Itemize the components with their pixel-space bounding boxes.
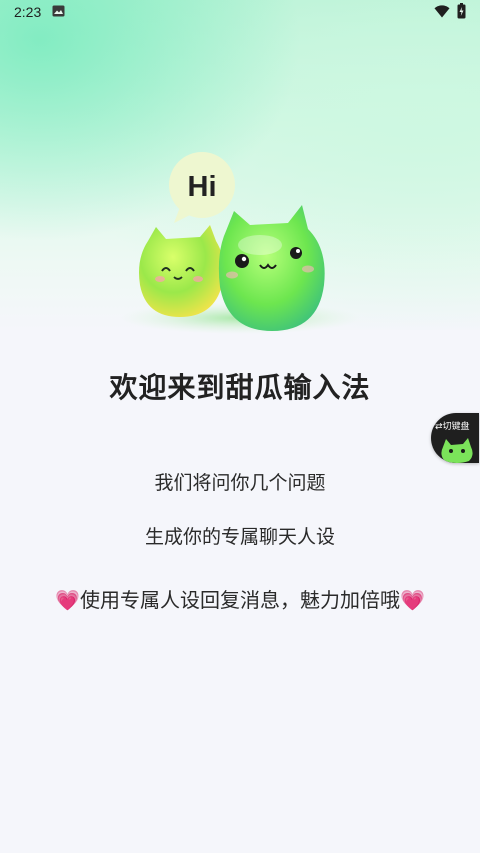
- mascot-illustration: Hi: [120, 152, 360, 334]
- intro-line-benefit-text: 使用专属人设回复消息，魅力加倍哦: [80, 588, 400, 612]
- status-time: 2:23: [14, 4, 42, 20]
- small-creature: [139, 225, 224, 317]
- welcome-title: 欢迎来到甜瓜输入法: [109, 371, 371, 404]
- speech-bubble: Hi: [169, 152, 235, 223]
- big-creature: [218, 205, 325, 331]
- image-icon: [52, 5, 65, 17]
- wifi-icon: [434, 5, 450, 18]
- heart-right-icon: 💗: [400, 588, 425, 612]
- intro-line-questions: 我们将问你几个问题: [154, 472, 326, 494]
- switch-keyboard-label: ⇄切键盘: [435, 422, 470, 432]
- intro-line-persona: 生成你的专属聊天人设: [144, 526, 335, 548]
- svg-text:Hi: Hi: [188, 171, 217, 203]
- heart-left-icon: 💗: [55, 588, 80, 612]
- intro-line-benefit: 💗使用专属人设回复消息，魅力加倍哦💗: [0, 584, 480, 613]
- status-bar: 2:23: [0, 0, 480, 24]
- battery-icon: [457, 3, 466, 19]
- mascot-mini-icon: [441, 438, 473, 463]
- switch-keyboard-button[interactable]: ⇄切键盘: [431, 413, 479, 463]
